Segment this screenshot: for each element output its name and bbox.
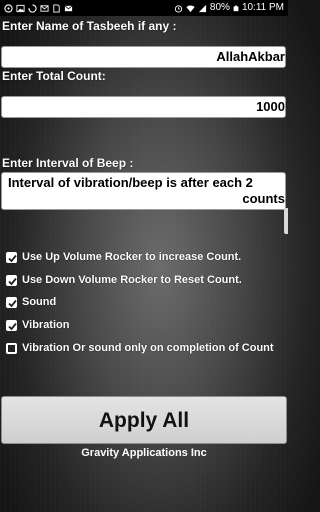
tasbeeh-name-label: Enter Name of Tasbeeh if any : <box>2 19 177 33</box>
image-icon <box>16 4 25 12</box>
checkbox-volume-up[interactable] <box>6 251 17 263</box>
whatsapp-icon <box>4 3 13 13</box>
status-bar: 80% 10:11 PM <box>0 0 288 16</box>
checkbox-sound[interactable] <box>6 296 17 308</box>
battery-percent: 80% <box>209 2 230 13</box>
beep-interval-text-line2: counts <box>242 191 285 206</box>
checkmark-icon <box>8 322 17 330</box>
checkmark-icon <box>8 299 17 307</box>
alarm-icon <box>174 4 183 13</box>
checkbox-vibration[interactable] <box>6 319 17 331</box>
checkbox-completion-only[interactable] <box>6 342 17 354</box>
mail-icon <box>40 4 49 12</box>
checkbox-volume-down[interactable] <box>6 274 17 286</box>
option-sound-label: Sound <box>22 296 57 308</box>
developer-credit: Gravity Applications Inc <box>81 447 207 459</box>
clock: 10:11 PM <box>241 2 284 13</box>
sync-icon <box>28 3 37 13</box>
email-icon <box>64 5 73 11</box>
total-count-input[interactable]: 1000 <box>1 96 286 118</box>
checkmark-icon <box>8 277 17 285</box>
beep-interval-label: Enter Interval of Beep : <box>2 156 134 170</box>
tasbeeh-name-input[interactable]: AllahAkbar <box>1 46 286 68</box>
option-volume-up-label: Use Up Volume Rocker to increase Count. <box>22 251 242 263</box>
option-vibration-label: Vibration <box>22 319 70 331</box>
apply-all-button[interactable]: Apply All <box>1 396 287 444</box>
beep-interval-text-line1: Interval of vibration/beep is after each… <box>8 175 253 190</box>
wifi-icon <box>186 5 195 12</box>
option-volume-down-label: Use Down Volume Rocker to Reset Count. <box>22 274 242 286</box>
edge-panel-handle[interactable] <box>284 208 288 234</box>
notification-icons <box>4 0 73 16</box>
option-volume-down[interactable]: Use Down Volume Rocker to Reset Count. <box>6 274 242 286</box>
total-count-label: Enter Total Count: <box>2 69 106 83</box>
option-completion-only-label: Vibration Or sound only on completion of… <box>22 342 274 354</box>
beep-interval-input[interactable]: Interval of vibration/beep is after each… <box>1 172 286 210</box>
signal-icon <box>198 4 207 12</box>
battery-icon <box>233 5 239 11</box>
sim-icon <box>53 3 60 13</box>
option-completion-only[interactable]: Vibration Or sound only on completion of… <box>6 342 274 354</box>
option-volume-up[interactable]: Use Up Volume Rocker to increase Count. <box>6 251 241 263</box>
option-vibration[interactable]: Vibration <box>6 319 69 331</box>
checkmark-icon <box>8 254 17 262</box>
system-icons: 80% 10:11 PM <box>174 0 284 16</box>
option-sound[interactable]: Sound <box>6 296 56 308</box>
